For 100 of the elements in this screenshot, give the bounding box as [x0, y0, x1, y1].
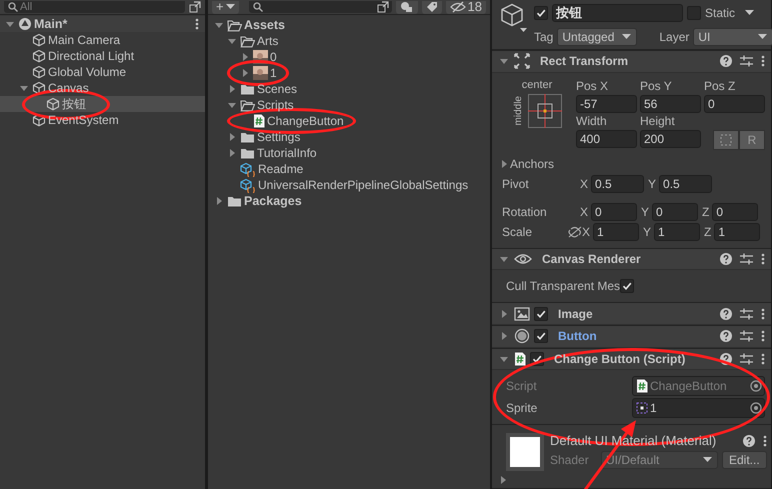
property-label: Scale: [502, 224, 534, 239]
help-icon[interactable]: [720, 55, 732, 68]
script-icon: [636, 379, 648, 394]
hidden-packages-button[interactable]: 18: [446, 0, 486, 14]
external-window-icon[interactable]: [189, 1, 201, 13]
hierarchy-item[interactable]: 按钮: [0, 96, 205, 112]
more-menu-icon[interactable]: [761, 352, 765, 365]
hierarchy-item[interactable]: Global Volume: [0, 64, 205, 80]
open-folder-icon: [227, 18, 242, 32]
help-icon[interactable]: [720, 252, 732, 265]
project-item[interactable]: 0: [208, 49, 490, 65]
more-menu-icon[interactable]: [761, 55, 765, 68]
external-window-icon[interactable]: [376, 1, 389, 13]
property-label: Script: [506, 379, 538, 394]
project-item[interactable]: 1: [208, 65, 490, 81]
blueprint-mode-button[interactable]: [713, 130, 739, 150]
field-label: Pos X: [576, 78, 610, 94]
anchor-vertical-label: middle: [512, 96, 524, 126]
more-menu-icon[interactable]: [761, 308, 765, 320]
sliders-icon[interactable]: [740, 330, 753, 342]
unlinked-chain-icon[interactable]: [568, 226, 582, 238]
number-field[interactable]: 200: [640, 130, 701, 148]
caret-icon: [758, 34, 768, 40]
number-field[interactable]: 56: [640, 94, 701, 113]
hierarchy-item[interactable]: EventSystem: [0, 112, 205, 128]
number-field[interactable]: 1: [654, 222, 700, 241]
gameobject-cube-icon[interactable]: [500, 3, 528, 33]
name-field[interactable]: 按钮: [552, 4, 683, 22]
number-field[interactable]: 1: [714, 222, 760, 241]
number-field[interactable]: 0: [712, 202, 758, 221]
number-field[interactable]: 400: [576, 130, 637, 148]
number-field[interactable]: 1: [593, 222, 640, 241]
hierarchy-item[interactable]: Main Camera: [0, 32, 205, 48]
checkbox[interactable]: [534, 6, 548, 20]
more-menu-icon[interactable]: [761, 252, 765, 265]
hierarchy-item[interactable]: Directional Light: [0, 48, 205, 64]
number-field[interactable]: 0: [704, 94, 765, 113]
project-item[interactable]: ChangeButton: [208, 113, 490, 129]
number-field[interactable]: 0: [652, 202, 698, 221]
search-field[interactable]: All: [4, 1, 185, 13]
axis-label: Y: [643, 224, 652, 239]
project-item[interactable]: Assets: [208, 17, 490, 33]
open-folder-icon: [240, 98, 255, 112]
checkmark-icon: [536, 331, 546, 342]
project-item[interactable]: Scenes: [208, 81, 490, 97]
more-menu-icon[interactable]: [762, 434, 767, 447]
checkbox[interactable]: [687, 6, 701, 20]
help-icon[interactable]: [720, 308, 732, 320]
number-field[interactable]: 0: [591, 202, 638, 221]
caret-icon[interactable]: [745, 10, 754, 16]
sliders-icon[interactable]: [740, 352, 753, 365]
search-icon: [252, 2, 263, 12]
project-item[interactable]: TutorialInfo: [208, 145, 490, 161]
component-header[interactable]: Button: [492, 324, 771, 348]
axis-label: Y: [641, 204, 650, 219]
tag-dropdown[interactable]: Untagged: [557, 28, 638, 46]
component-header[interactable]: Canvas Renderer: [492, 248, 771, 270]
checkbox[interactable]: [620, 279, 634, 294]
filter-label-button[interactable]: [422, 0, 442, 14]
image-icon: [514, 306, 530, 321]
project-item[interactable]: Scripts: [208, 97, 490, 113]
project-item[interactable]: UniversalRenderPipelineGlobalSettings: [208, 177, 490, 193]
layer-dropdown[interactable]: UI: [693, 28, 772, 46]
project-item[interactable]: Settings: [208, 129, 490, 145]
tag-icon: [426, 1, 438, 13]
project-item[interactable]: Arts: [208, 33, 490, 49]
help-icon[interactable]: [742, 434, 755, 447]
number-field[interactable]: 0.5: [659, 174, 712, 193]
script-icon: [253, 114, 265, 128]
object-field: ChangeButton: [632, 376, 765, 396]
object-picker-icon[interactable]: [750, 402, 762, 414]
project-item[interactable]: Readme: [208, 161, 490, 177]
help-icon[interactable]: [720, 352, 732, 365]
caret-icon: [703, 457, 712, 464]
add-button[interactable]: +: [212, 0, 239, 14]
number-field[interactable]: 0.5: [591, 174, 644, 193]
checkbox[interactable]: [534, 329, 548, 344]
anchor-preset-button[interactable]: [528, 94, 562, 128]
checkbox[interactable]: [534, 306, 548, 321]
scene-header[interactable]: Main*: [0, 16, 205, 32]
checkmark-icon: [622, 281, 632, 292]
help-icon[interactable]: [720, 330, 732, 342]
sliders-icon[interactable]: [740, 308, 753, 320]
property-label: Pivot: [502, 176, 530, 191]
sliders-icon[interactable]: [740, 55, 753, 68]
object-field[interactable]: 1: [632, 398, 765, 418]
filter-type-button[interactable]: [396, 0, 418, 14]
more-menu-icon[interactable]: [761, 330, 765, 342]
cube-icon: [32, 33, 46, 47]
component-header[interactable]: Image: [492, 302, 771, 325]
dashed-square-icon: [720, 134, 732, 146]
edit-button[interactable]: Edit...: [722, 451, 767, 470]
project-item[interactable]: Packages: [208, 193, 490, 209]
folder-icon: [240, 146, 255, 160]
sliders-icon[interactable]: [740, 252, 753, 265]
anchor-horizontal-label: center: [522, 78, 552, 91]
number-field[interactable]: -57: [576, 94, 637, 113]
more-menu-icon[interactable]: [195, 18, 199, 30]
search-field[interactable]: [248, 1, 392, 13]
component-header[interactable]: Rect Transform: [492, 50, 771, 73]
